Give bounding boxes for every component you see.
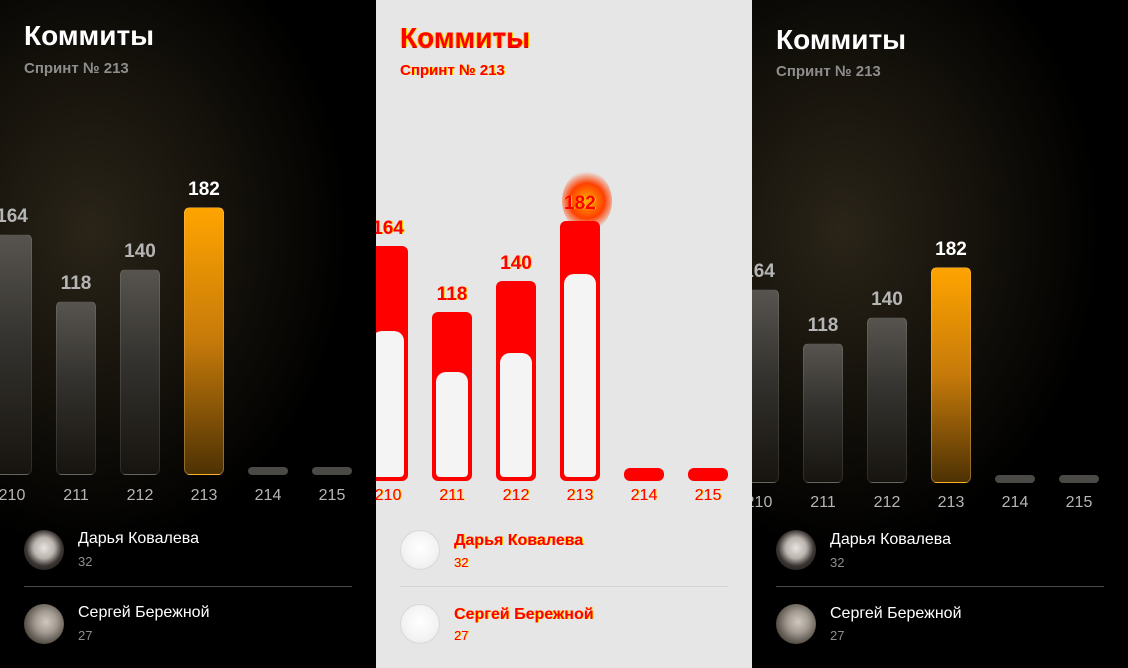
chart-value-label: 164 bbox=[0, 206, 28, 227]
page-title: Коммиты bbox=[776, 24, 907, 55]
chart-x-tick: 213 bbox=[566, 487, 594, 504]
user-avatar bbox=[400, 530, 440, 570]
user-name: Дарья Ковалева bbox=[78, 530, 199, 547]
chart-bar-214[interactable] bbox=[248, 467, 288, 475]
chart-bar-215[interactable] bbox=[312, 467, 352, 475]
chart-value-label: 140 bbox=[124, 241, 156, 262]
chart-bar-213[interactable] bbox=[184, 207, 224, 475]
chart-bar-213[interactable] bbox=[560, 221, 600, 481]
chart-value-label: 140 bbox=[871, 289, 903, 310]
panel-1: Коммиты Спринт № 213 Дарья Ковалева 32 С… bbox=[0, 0, 376, 668]
user-name: Дарья Ковалева bbox=[830, 531, 951, 548]
chart-bar-212[interactable] bbox=[496, 281, 536, 481]
chart-bar-215[interactable] bbox=[1059, 475, 1099, 483]
user-commit-count: 27 bbox=[830, 628, 845, 643]
user-name: Дарья Ковалева bbox=[454, 532, 584, 549]
chart-x-tick: 215 bbox=[1065, 494, 1093, 511]
chart-value-label: 164 bbox=[752, 261, 775, 282]
chart-bar-212[interactable] bbox=[120, 269, 160, 475]
chart-x-tick: 211 bbox=[810, 494, 836, 511]
chart-value-label: 140 bbox=[500, 253, 532, 274]
chart-value-label: 182 bbox=[564, 193, 596, 214]
list-divider bbox=[400, 586, 728, 587]
chart-x-tick: 211 bbox=[439, 487, 465, 504]
chart-value-label: 164 bbox=[376, 218, 404, 239]
chart-bar-210[interactable] bbox=[0, 234, 32, 475]
chart-x-tick: 213 bbox=[937, 494, 965, 511]
user-avatar bbox=[776, 604, 816, 644]
page-subtitle: Спринт № 213 bbox=[776, 63, 881, 80]
user-name: Сергей Бережной bbox=[78, 604, 210, 621]
chart-bar-210[interactable] bbox=[376, 246, 408, 481]
chart-bar-211[interactable] bbox=[803, 343, 843, 483]
chart-x-tick: 215 bbox=[318, 487, 346, 504]
page-subtitle: Спринт № 213 bbox=[24, 60, 129, 77]
user-commit-count: 27 bbox=[78, 628, 93, 643]
user-commit-count: 32 bbox=[78, 554, 93, 569]
chart-bar-213[interactable] bbox=[931, 267, 971, 483]
panel-2: Коммиты Спринт № 213 Дарья Ковалева 32 С… bbox=[376, 0, 752, 668]
chart-value-label: 182 bbox=[935, 239, 967, 260]
chart-bar-214[interactable] bbox=[995, 475, 1035, 483]
page-title: Коммиты bbox=[400, 22, 531, 53]
chart-x-tick: 210 bbox=[376, 487, 402, 504]
chart-value-label: 118 bbox=[436, 284, 468, 305]
user-name: Сергей Бережной bbox=[454, 606, 594, 623]
chart-x-tick: 212 bbox=[873, 494, 901, 511]
page-subtitle: Спринт № 213 bbox=[400, 62, 505, 79]
chart-bar-214[interactable] bbox=[624, 468, 664, 481]
chart-x-tick: 214 bbox=[630, 487, 658, 504]
chart-bar-210[interactable] bbox=[752, 289, 779, 483]
user-avatar bbox=[24, 530, 64, 570]
chart-x-tick: 214 bbox=[1001, 494, 1029, 511]
chart-x-tick: 210 bbox=[752, 494, 773, 511]
user-commit-count: 32 bbox=[830, 555, 845, 570]
chart-bar-212[interactable] bbox=[867, 317, 907, 483]
chart-x-tick: 212 bbox=[502, 487, 530, 504]
chart-x-tick: 210 bbox=[0, 487, 26, 504]
user-avatar bbox=[24, 604, 64, 644]
chart-x-tick: 211 bbox=[63, 487, 89, 504]
panel-3: Коммиты Спринт № 213 Дарья Ковалева 32 С… bbox=[752, 0, 1128, 668]
user-avatar bbox=[776, 530, 816, 570]
chart-bar-211[interactable] bbox=[432, 312, 472, 481]
user-avatar bbox=[400, 604, 440, 644]
chart-value-label: 118 bbox=[807, 315, 839, 336]
user-name: Сергей Бережной bbox=[830, 605, 962, 622]
chart-x-tick: 212 bbox=[126, 487, 154, 504]
page-title: Коммиты bbox=[24, 20, 155, 51]
chart-x-tick: 213 bbox=[190, 487, 218, 504]
chart-x-tick: 215 bbox=[694, 487, 722, 504]
chart-x-tick: 214 bbox=[254, 487, 282, 504]
chart-value-label: 182 bbox=[188, 179, 220, 200]
list-divider bbox=[776, 586, 1104, 587]
list-divider bbox=[24, 586, 352, 587]
chart-bar-215[interactable] bbox=[688, 468, 728, 481]
chart-bar-211[interactable] bbox=[56, 301, 96, 475]
chart-value-label: 118 bbox=[60, 273, 92, 294]
user-commit-count: 27 bbox=[454, 628, 469, 643]
user-commit-count: 32 bbox=[454, 555, 469, 570]
